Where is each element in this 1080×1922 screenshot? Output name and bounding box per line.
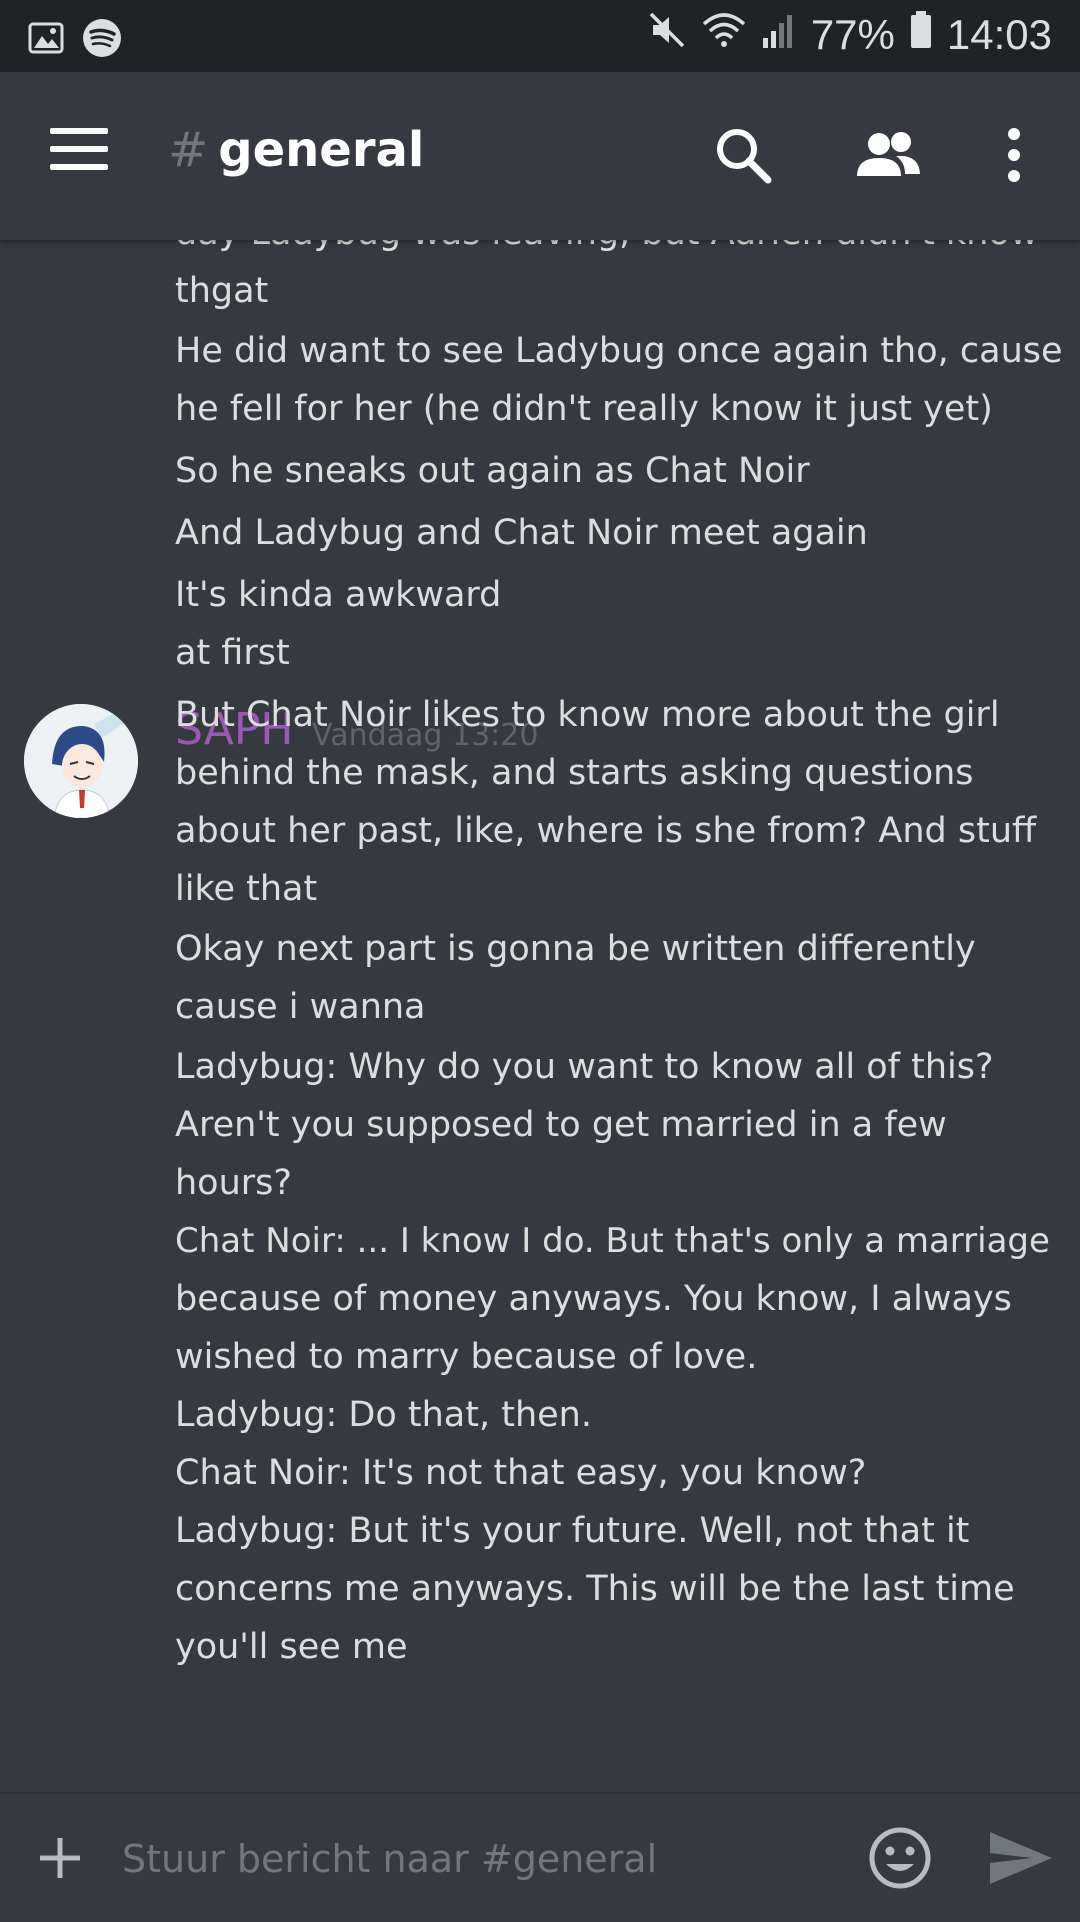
message-line: day Ladybug was leaving, but Adrien didn… — [175, 240, 1055, 262]
message-composer — [0, 1792, 1080, 1922]
battery-percent: 77% — [810, 11, 895, 58]
status-right: 77% 14:03 — [647, 10, 1052, 60]
status-bar: 77% 14:03 — [0, 0, 1080, 72]
plus-icon — [40, 1838, 80, 1878]
message-line: Aren't you supposed to get married in a … — [175, 1105, 947, 1145]
message-line: wished to marry because of love. — [175, 1337, 758, 1377]
message-line: like that — [175, 869, 318, 909]
message-line: Chat Noir: ... I know I do. But that's o… — [175, 1221, 1050, 1261]
message-line: because of money anyways. You know, I al… — [175, 1279, 1012, 1319]
menu-icon-bar — [50, 164, 108, 170]
message-line: Ladybug: Do that, then. — [175, 1395, 592, 1435]
message-line: He did want to see Ladybug once again th… — [175, 331, 1063, 371]
status-left-icons — [28, 18, 122, 62]
battery-icon — [909, 10, 933, 60]
more-icon — [1008, 128, 1020, 182]
message-line: Ladybug: But it's your future. Well, not… — [175, 1511, 970, 1551]
channel-name: general — [218, 122, 425, 178]
emoji-icon — [869, 1827, 931, 1889]
hash-icon: # — [168, 122, 209, 178]
message-list[interactable]: day Ladybug was leaving, but Adrien didn… — [0, 240, 1080, 1792]
message-input[interactable] — [120, 1824, 824, 1894]
send-button[interactable] — [988, 1830, 1054, 1886]
attach-button[interactable] — [36, 1834, 84, 1882]
emoji-button[interactable] — [868, 1826, 932, 1890]
message-line: concerns me anyways. This will be the la… — [175, 1569, 1015, 1609]
message-line: cause i wanna — [175, 987, 426, 1027]
signal-icon — [761, 10, 797, 60]
message-line: It's kinda awkward — [175, 575, 502, 615]
menu-icon-bar — [50, 146, 108, 152]
avatar-image — [24, 704, 138, 818]
message-line: Chat Noir: It's not that easy, you know? — [175, 1453, 867, 1493]
spotify-icon — [82, 18, 122, 62]
message-line: Ladybug: Why do you want to know all of … — [175, 1047, 994, 1087]
wifi-icon — [701, 10, 747, 60]
channel-header: # general — [0, 72, 1080, 240]
message-line: hours? — [175, 1163, 292, 1203]
message-line: he fell for her (he didn't really know i… — [175, 389, 993, 429]
message-line: you'll see me — [175, 1627, 408, 1667]
menu-button[interactable] — [50, 128, 112, 172]
message-line: But Chat Noir likes to know more about t… — [175, 695, 1000, 735]
message-line: So he sneaks out again as Chat Noir — [175, 451, 810, 491]
image-icon — [28, 22, 64, 58]
channel-title: # general — [168, 122, 424, 178]
message-line: about her past, like, where is she from?… — [175, 811, 1037, 851]
message-line: Okay next part is gonna be written diffe… — [175, 929, 976, 969]
search-button[interactable] — [712, 124, 776, 188]
more-button[interactable] — [990, 124, 1038, 188]
message-line: behind the mask, and starts asking quest… — [175, 753, 974, 793]
message-line: at first — [175, 633, 290, 673]
members-button[interactable] — [852, 124, 924, 188]
send-icon — [990, 1832, 1052, 1884]
message-line: And Ladybug and Chat Noir meet again — [175, 513, 868, 553]
menu-icon — [50, 128, 108, 134]
mute-icon — [647, 10, 687, 60]
search-icon — [717, 129, 772, 184]
message-line: thgat — [175, 271, 269, 311]
clock: 14:03 — [946, 11, 1052, 58]
avatar[interactable] — [24, 704, 138, 818]
members-icon — [857, 132, 920, 176]
